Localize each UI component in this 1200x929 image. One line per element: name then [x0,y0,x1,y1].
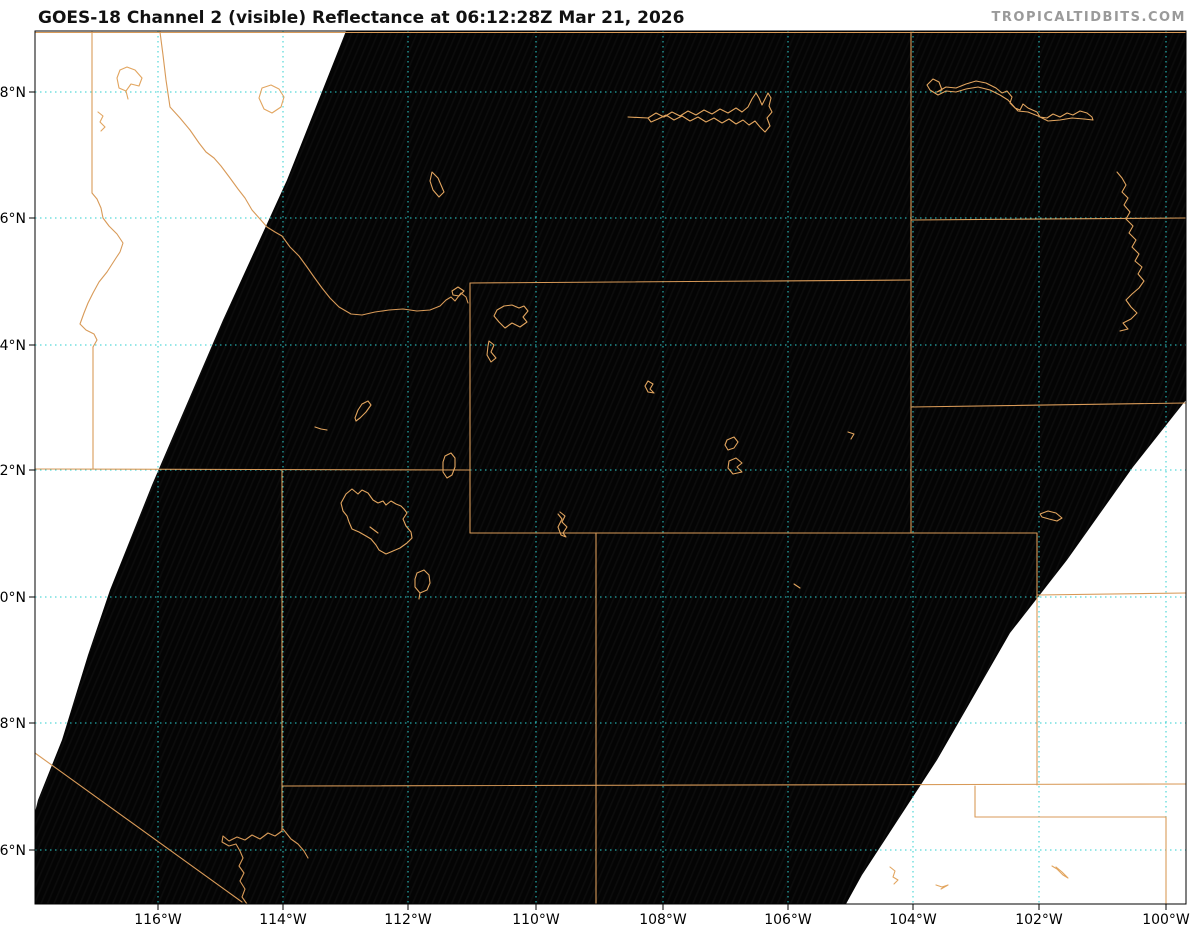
lon-tick-label: 102°W [1015,912,1063,928]
lat-tick-label: 40°N [0,590,26,606]
lat-tick-label: 42°N [0,463,26,479]
lat-tick-label: 46°N [0,211,26,227]
lat-tick-label: 38°N [0,716,26,732]
satellite-figure: GOES-18 Channel 2 (visible) Reflectance … [0,0,1200,929]
lon-tick-label: 116°W [134,912,182,928]
lon-tick-label: 112°W [384,912,432,928]
lat-tick-label: 36°N [0,843,26,859]
lat-tick-label: 44°N [0,338,26,354]
lon-tick-label: 114°W [259,912,307,928]
brand-watermark: TROPICALTIDBITS.COM [992,10,1186,25]
lon-tick-label: 108°W [639,912,687,928]
lat-tick-label: 48°N [0,85,26,101]
satellite-map: GOES-18 Channel 2 (visible) Reflectance … [0,0,1200,929]
lon-tick-label: 104°W [889,912,937,928]
lon-tick-label: 106°W [764,912,812,928]
lon-tick-label: 100°W [1142,912,1190,928]
lon-tick-label: 110°W [512,912,560,928]
figure-title: GOES-18 Channel 2 (visible) Reflectance … [38,8,684,28]
